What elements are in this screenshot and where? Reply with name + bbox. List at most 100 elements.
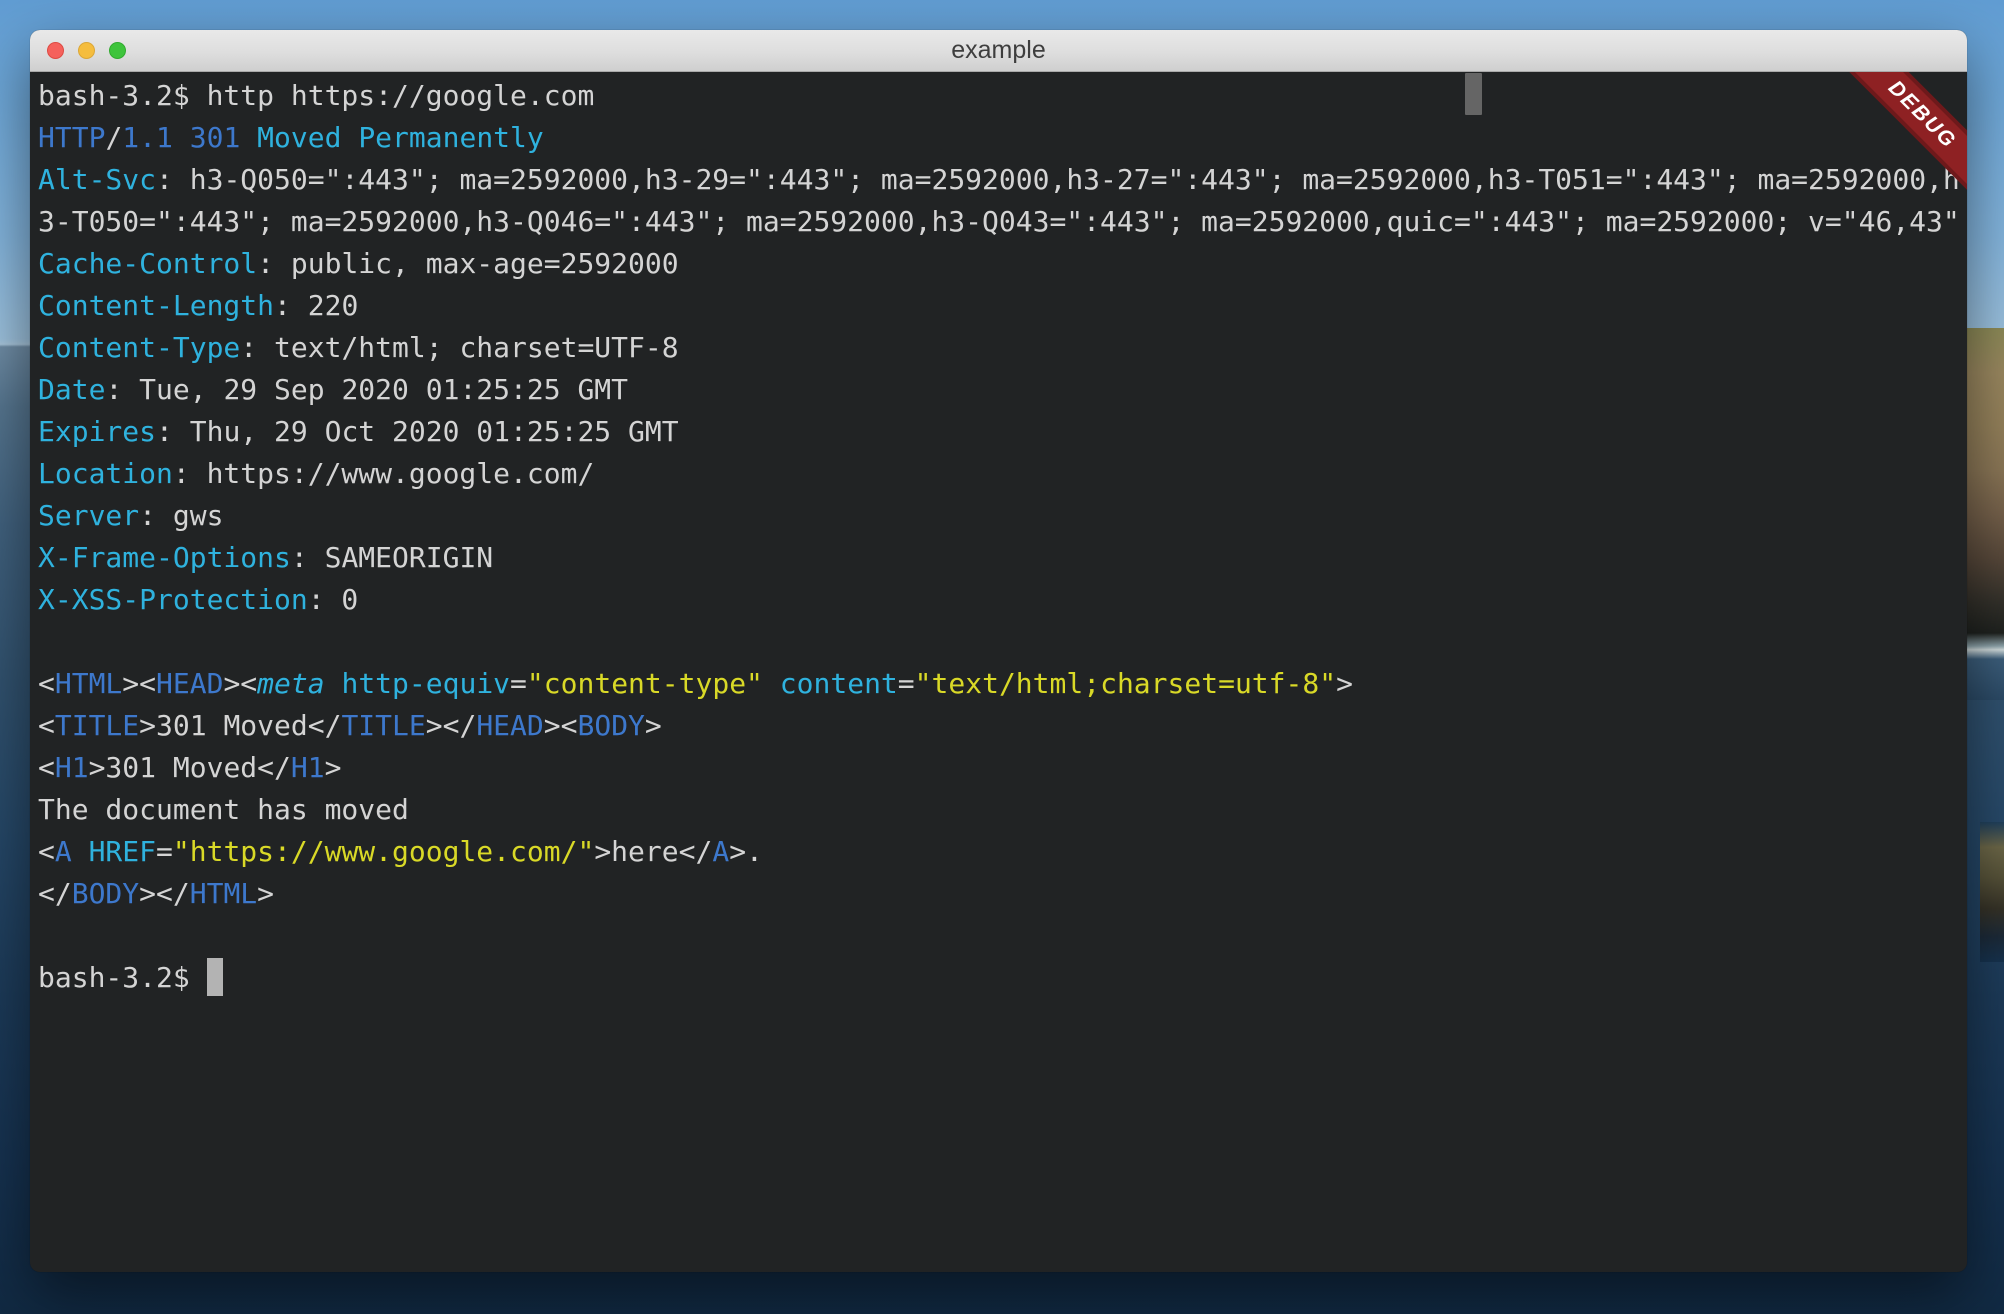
terminal-line: Content-Length: 220 [38,285,1967,327]
terminal-line: bash-3.2$ [38,957,1967,999]
terminal-line: 3-T050=":443"; ma=2592000,h3-Q046=":443"… [38,201,1967,243]
terminal-text-segment: HEAD [156,667,223,700]
terminal-cursor [207,958,223,996]
terminal-text-segment: Alt-Svc [38,163,156,196]
terminal-text-segment: ></ [139,877,190,910]
terminal-text-segment: >< [223,667,257,700]
terminal-line: Server: gws [38,495,1967,537]
terminal-text-segment: A [55,835,72,868]
terminal-text-segment: X-Frame-Options [38,541,291,574]
wallpaper-island-cliff [1962,328,2004,700]
terminal-text-segment: BODY [72,877,139,910]
terminal-text-segment: "https://www.google.com/" [173,835,594,868]
terminal-text-segment: < [38,835,55,868]
terminal-text-segment: >301 Moved</ [89,751,291,784]
terminal-text-segment: >< [122,667,156,700]
terminal-text-segment: < [38,751,55,784]
terminal-text-segment: HREF [89,835,156,868]
terminal-text-segment: TITLE [341,709,425,742]
terminal-line: Expires: Thu, 29 Oct 2020 01:25:25 GMT [38,411,1967,453]
terminal-text-segment: HTTP [38,121,105,154]
terminal-line: <HTML><HEAD><meta http-equiv="content-ty… [38,663,1967,705]
terminal-text-segment: meta [257,667,324,700]
traffic-lights [47,30,126,71]
terminal-line: <TITLE>301 Moved</TITLE></HEAD><BODY> [38,705,1967,747]
terminal-text-segment: : 0 [308,583,359,616]
terminal-text-segment: TITLE [55,709,139,742]
terminal-text-segment: "text/html;charset=utf-8" [915,667,1336,700]
terminal-text-segment: http-equiv [341,667,510,700]
terminal-text-segment: : 220 [274,289,358,322]
zoom-button[interactable] [109,42,126,59]
terminal-line: Cache-Control: public, max-age=2592000 [38,243,1967,285]
terminal-text-segment: 301 [190,121,241,154]
terminal-text-segment: "content-type" [527,667,763,700]
terminal-text-segment: Server [38,499,139,532]
terminal-text-segment: X-XSS-Protection [38,583,308,616]
terminal-text-segment: Expires [38,415,156,448]
terminal-text-segment: A [712,835,729,868]
terminal-line: </BODY></HTML> [38,873,1967,915]
terminal-output: bash-3.2$ http https://google.comHTTP/1.… [38,75,1967,999]
terminal-text-segment: < [38,667,55,700]
terminal-line: The document has moved [38,789,1967,831]
terminal-text-segment: : public, max-age=2592000 [257,247,678,280]
terminal-text-segment: : Thu, 29 Oct 2020 01:25:25 GMT [156,415,679,448]
scrollbar-thumb[interactable] [1465,73,1482,115]
terminal-text-segment: : Tue, 29 Sep 2020 01:25:25 GMT [105,373,628,406]
terminal-text-segment [325,667,342,700]
terminal-text-segment [763,667,780,700]
terminal-text-segment: Content-Type [38,331,240,364]
terminal-text-segment: > [1336,667,1353,700]
terminal-line: X-XSS-Protection: 0 [38,579,1967,621]
terminal-text-segment: ></ [426,709,477,742]
terminal-text-segment: : https://www.google.com/ [173,457,594,490]
terminal-text-segment: : SAMEORIGIN [291,541,493,574]
terminal-text-segment: / [105,121,122,154]
minimize-button[interactable] [78,42,95,59]
terminal-text-segment: = [156,835,173,868]
terminal-line: bash-3.2$ http https://google.com [38,75,1967,117]
terminal-text-segment: > [257,877,274,910]
terminal-line: <A HREF="https://www.google.com/">here</… [38,831,1967,873]
terminal-text-segment: 1.1 [122,121,173,154]
terminal-text-segment: bash-3.2$ [38,961,207,994]
terminal-text-segment [72,835,89,868]
terminal-text-segment: Content-Length [38,289,274,322]
terminal-text-segment: >here</ [594,835,712,868]
terminal-line [38,915,1967,957]
terminal-text-segment: content [780,667,898,700]
window-title: example [951,36,1046,65]
terminal-line: Content-Type: text/html; charset=UTF-8 [38,327,1967,369]
terminal-window: example DEBUG bash-3.2$ http https://goo… [30,30,1967,1272]
close-button[interactable] [47,42,64,59]
terminal-text-segment: HTML [190,877,257,910]
terminal-text-segment: The document has moved [38,793,409,826]
window-titlebar[interactable]: example [30,30,1967,72]
terminal-body[interactable]: DEBUG bash-3.2$ http https://google.comH… [30,72,1967,1271]
terminal-text-segment: >301 Moved</ [139,709,341,742]
terminal-text-segment: Moved Permanently [240,121,543,154]
terminal-text-segment: BODY [577,709,644,742]
terminal-text-segment [173,121,190,154]
terminal-text-segment: Cache-Control [38,247,257,280]
terminal-text-segment: H1 [55,751,89,784]
terminal-line: HTTP/1.1 301 Moved Permanently [38,117,1967,159]
terminal-text-segment: >< [544,709,578,742]
terminal-text-segment: </ [38,877,72,910]
wallpaper-rock-outcrop [1980,822,2004,962]
terminal-text-segment: < [38,709,55,742]
terminal-text-segment: HEAD [476,709,543,742]
terminal-line: Alt-Svc: h3-Q050=":443"; ma=2592000,h3-2… [38,159,1967,201]
terminal-text-segment: Location [38,457,173,490]
terminal-text-segment: : h3-Q050=":443"; ma=2592000,h3-29=":443… [156,163,1960,196]
terminal-text-segment: >. [729,835,763,868]
terminal-line: Location: https://www.google.com/ [38,453,1967,495]
terminal-text-segment: Date [38,373,105,406]
terminal-line [38,621,1967,663]
terminal-text-segment: HTML [55,667,122,700]
terminal-line: Date: Tue, 29 Sep 2020 01:25:25 GMT [38,369,1967,411]
terminal-text-segment: H1 [291,751,325,784]
terminal-text-segment: 3-T050=":443"; ma=2592000,h3-Q046=":443"… [38,205,1960,238]
terminal-text-segment: > [645,709,662,742]
